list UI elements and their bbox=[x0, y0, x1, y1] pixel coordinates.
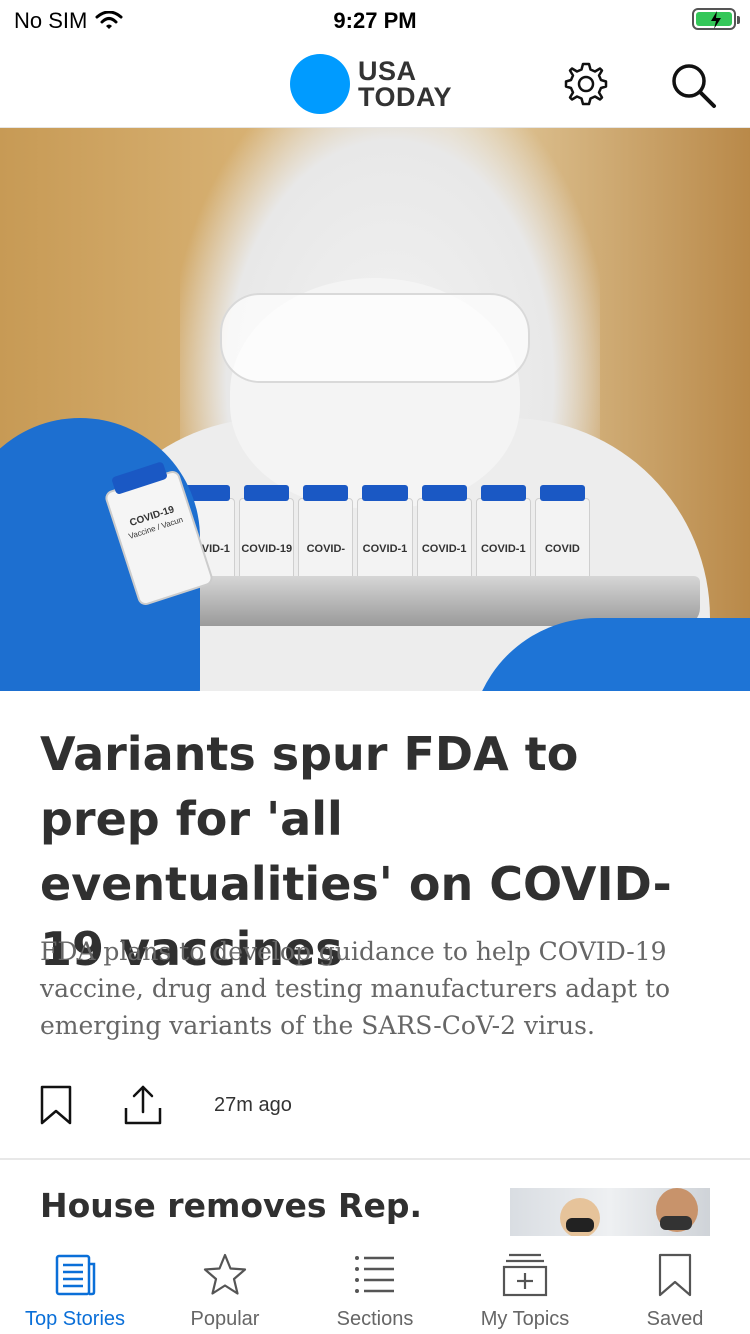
charging-bolt-icon bbox=[711, 11, 721, 29]
newspaper-icon bbox=[55, 1254, 96, 1296]
tab-label: Sections bbox=[336, 1308, 414, 1330]
article-timestamp: 27m ago bbox=[214, 1094, 292, 1116]
tab-label: Popular bbox=[190, 1308, 260, 1330]
tab-bar: Top Stories Popular Sections My Topics S… bbox=[0, 1236, 750, 1334]
hero-image[interactable]: COVID-1 COVID-19 COVID- COVID-1 COVID-1 … bbox=[0, 128, 750, 691]
vial: COVID- bbox=[298, 485, 354, 588]
article-actions: 27m ago bbox=[40, 1084, 710, 1128]
search-icon[interactable] bbox=[668, 60, 718, 110]
tab-label: Top Stories bbox=[24, 1308, 126, 1330]
star-icon bbox=[203, 1253, 247, 1295]
usa-today-logo[interactable]: USA TODAY bbox=[290, 54, 452, 114]
status-time: 9:27 PM bbox=[333, 8, 417, 33]
story-divider bbox=[0, 1158, 750, 1160]
tab-top-stories[interactable]: Top Stories bbox=[0, 1236, 150, 1334]
vial: COVID-19 bbox=[239, 485, 295, 588]
vial: COVID-1 bbox=[416, 485, 472, 588]
story-thumbnail[interactable] bbox=[510, 1188, 710, 1236]
tab-label: Saved bbox=[646, 1308, 704, 1330]
vial: COVID-1 bbox=[357, 485, 413, 588]
tab-label: My Topics bbox=[480, 1308, 570, 1330]
logo-dot bbox=[290, 54, 350, 114]
bookmark-icon[interactable] bbox=[40, 1085, 72, 1125]
gear-icon[interactable] bbox=[562, 60, 610, 108]
battery-icon bbox=[692, 8, 740, 30]
article-summary[interactable]: FDA plans to develop guidance to help CO… bbox=[40, 933, 710, 1044]
logo-line-1: USA bbox=[358, 56, 417, 86]
share-icon[interactable] bbox=[124, 1084, 162, 1126]
bookmark-icon bbox=[658, 1253, 692, 1297]
logo-text: USA TODAY bbox=[358, 56, 453, 112]
vials-row: COVID-1 COVID-19 COVID- COVID-1 COVID-1 … bbox=[180, 485, 590, 588]
tab-my-topics[interactable]: My Topics bbox=[450, 1236, 600, 1334]
logo-line-2: TODAY bbox=[358, 82, 453, 112]
tab-saved[interactable]: Saved bbox=[600, 1236, 750, 1334]
goggles bbox=[220, 293, 530, 383]
tab-popular[interactable]: Popular bbox=[150, 1236, 300, 1334]
story-title[interactable]: House removes Rep. bbox=[40, 1186, 480, 1225]
add-topic-icon bbox=[502, 1253, 548, 1297]
vial: COVID-1 bbox=[475, 485, 531, 588]
status-bar: No SIM 9:27 PM bbox=[0, 0, 750, 40]
tab-sections[interactable]: Sections bbox=[300, 1236, 450, 1334]
app-header: USA TODAY bbox=[0, 40, 750, 128]
vial: COVID bbox=[534, 485, 590, 588]
list-icon bbox=[355, 1256, 394, 1293]
